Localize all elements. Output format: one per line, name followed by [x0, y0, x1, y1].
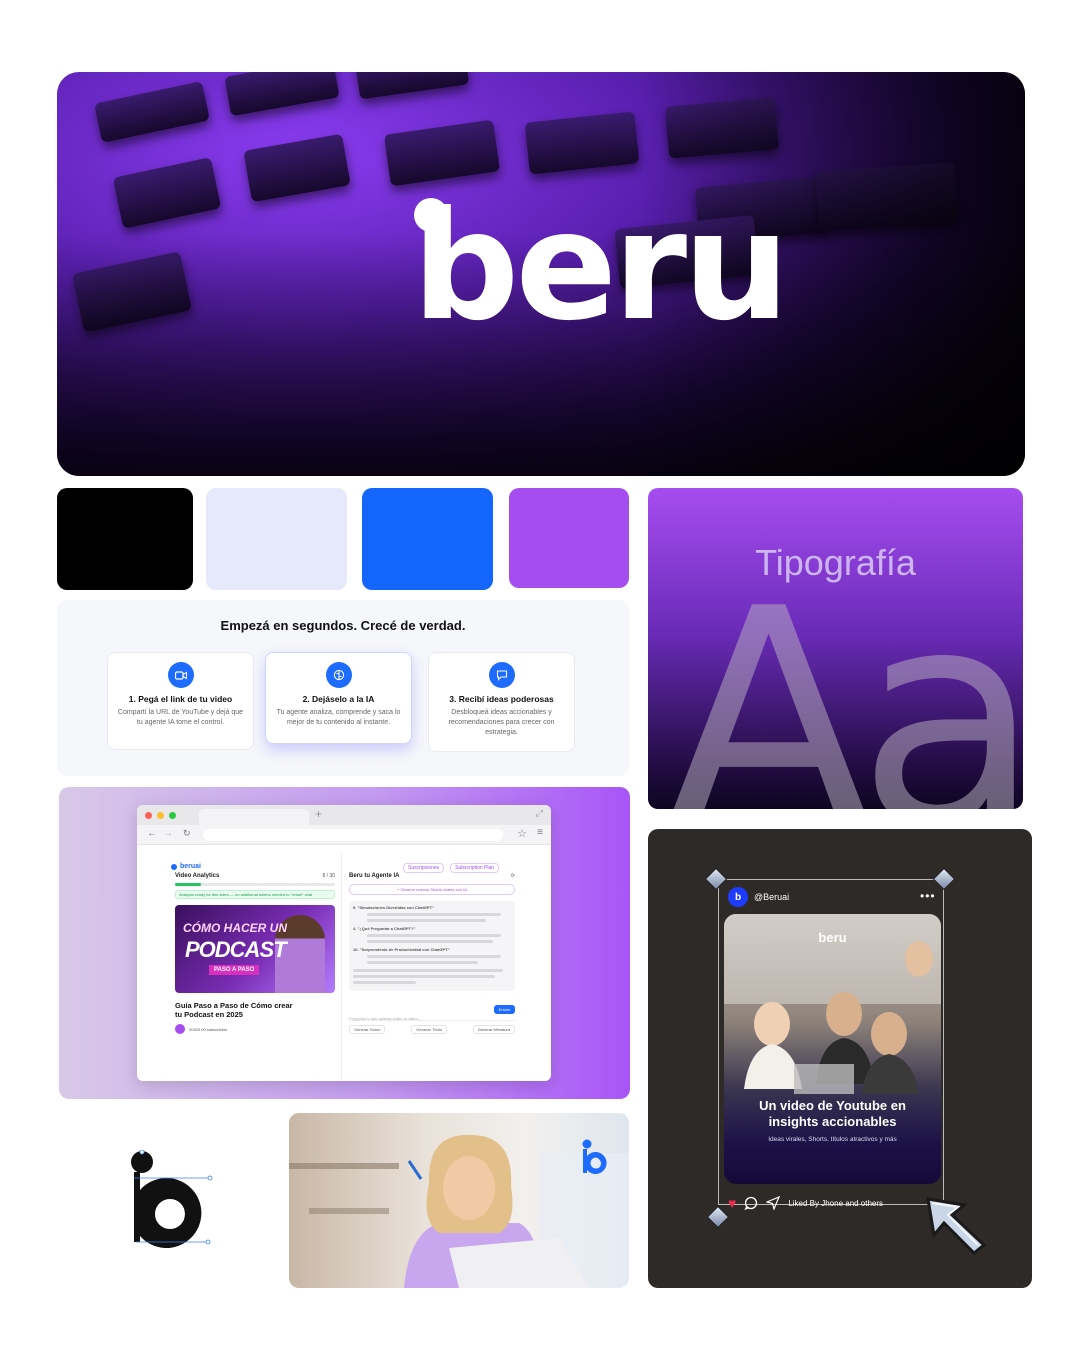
post-header: b @Beruai: [728, 887, 789, 907]
chat-response: 9. "Simulaciones Divertidas con ChatGPT"…: [349, 901, 515, 991]
generate-script-button[interactable]: Generar Guión: [349, 1025, 386, 1034]
step-title: 3. Recibí ideas poderosas: [449, 694, 554, 704]
subscriber-count: 20400 00 subscribers: [189, 1026, 228, 1032]
brain-icon: [325, 662, 352, 688]
cursor-3d-icon: [924, 1195, 994, 1262]
thumbnail-line-1: CÓMO HACER UN: [183, 921, 287, 935]
right-column: Beru tu Agente IA ⟳ + Generar nuevos Sho…: [349, 853, 515, 1034]
thumbnail-line-2: PODCAST: [185, 937, 287, 962]
likes-text: Liked By Jhone and others: [788, 1198, 884, 1208]
video-title: Guía Paso a Paso de Cómo crear tu Podcas…: [175, 1001, 293, 1019]
back-icon[interactable]: ←: [147, 828, 157, 839]
beru-b-icon: [581, 1139, 609, 1180]
step-title: 1. Pegá el link de tu video: [128, 694, 233, 704]
post-subtitle: Ideas virales, Shorts, títulos atractivo…: [768, 1136, 897, 1143]
color-swatch-light: [206, 488, 347, 590]
more-options-icon[interactable]: •••: [920, 889, 936, 903]
step-card-1: 1. Pegá el link de tu video Compartí la …: [107, 652, 254, 750]
color-swatch-purple: [509, 488, 629, 588]
typography-sample: Aa: [666, 545, 1023, 810]
chat-input[interactable]: Pregunta lo que quieras sobre tu video..…: [349, 1005, 515, 1021]
social-post-card: b @Beruai ••• beru Un video de Youtube e…: [648, 829, 1032, 1288]
chat-item: 10. "Sorprendente de Productividad con C…: [353, 947, 450, 952]
browser-toolbar: ← → ↻ ☆ ≡: [137, 825, 551, 845]
analytics-counter: 8 / 30: [322, 873, 335, 879]
status-banner: Analysis ready for this video — no addit…: [175, 890, 335, 899]
agent-title: Beru tu Agente IA: [349, 873, 400, 879]
step-desc: Desbloqueá ideas accionables y recomenda…: [448, 709, 555, 736]
progress-track: [175, 883, 335, 886]
logo-construction-mark: [126, 1149, 226, 1250]
comment-icon[interactable]: [744, 1196, 758, 1210]
post-brand: beru: [818, 930, 847, 945]
menu-icon[interactable]: ≡: [537, 827, 543, 838]
chat-input-placeholder: Pregunta lo que quieras sobre tu video..…: [349, 1016, 422, 1021]
browser-window: + ⤢ ← → ↻ ☆ ≡ beruai Suscripciones Subsc…: [137, 805, 551, 1081]
hero-banner: beru: [57, 72, 1025, 476]
color-swatch-black: [57, 488, 193, 590]
step-desc: Compartí la URL de YouTube y dejá que tu…: [117, 709, 244, 726]
browser-tab[interactable]: [199, 809, 309, 825]
left-column: Video Analytics 8 / 30 Analysis ready fo…: [175, 853, 335, 1034]
refresh-icon[interactable]: ⟳: [511, 873, 515, 879]
reload-icon[interactable]: ↻: [183, 828, 191, 839]
share-icon[interactable]: [766, 1196, 781, 1210]
thumbnail-line-3: PASO A PASO: [209, 965, 260, 975]
post-actions: ♥ Liked By Jhone and others: [728, 1195, 883, 1211]
close-dot[interactable]: [145, 812, 152, 819]
heart-icon[interactable]: ♥: [728, 1195, 736, 1211]
step-card-3: 3. Recibí ideas poderosas Desbloqueá ide…: [428, 652, 575, 752]
step-desc: Tu agente analiza, comprende y saca lo m…: [276, 709, 401, 726]
steps-section: Empezá en segundos. Crecé de verdad. 1. …: [57, 600, 629, 776]
lifestyle-photo: [289, 1113, 629, 1288]
avatar: [175, 1024, 185, 1034]
steps-title: Empezá en segundos. Crecé de verdad.: [220, 618, 466, 633]
corner-handle[interactable]: [706, 1205, 730, 1229]
post-handle[interactable]: @Beruai: [754, 892, 789, 902]
address-bar[interactable]: [203, 829, 503, 841]
analytics-title: Video Analytics: [175, 873, 220, 879]
generate-title-button[interactable]: Generar Título: [411, 1025, 447, 1034]
step-title: 2. Dejáselo a la IA: [302, 694, 375, 704]
typography-card: Tipografía Aa: [648, 488, 1023, 809]
color-swatch-blue: [362, 488, 493, 590]
app-mockup: + ⤢ ← → ↻ ☆ ≡ beruai Suscripciones Subsc…: [59, 787, 630, 1099]
chat-icon: [488, 662, 515, 688]
minimize-dot[interactable]: [157, 812, 164, 819]
expand-icon[interactable]: ⤢: [536, 808, 543, 819]
suggestion-chip[interactable]: + Generar nuevos Shorts virales con IA: [349, 884, 515, 895]
new-tab-icon[interactable]: +: [315, 807, 322, 821]
browser-titlebar: + ⤢: [137, 805, 551, 825]
hero-logo: beru: [412, 180, 790, 354]
post-image[interactable]: beru Un video de Youtube en insights acc…: [724, 914, 941, 1184]
star-icon[interactable]: ☆: [517, 827, 527, 840]
forward-icon[interactable]: →: [163, 828, 173, 839]
send-button[interactable]: Enviar: [493, 1005, 515, 1014]
video-icon: [167, 662, 194, 688]
video-thumbnail[interactable]: CÓMO HACER UN PODCAST PASO A PASO: [175, 905, 335, 993]
chat-item: 9. "Simulaciones Divertidas con ChatGPT": [353, 905, 434, 910]
chat-item: 4. "¿Qué Preguntar a ChatGPT?": [353, 926, 416, 931]
maximize-dot[interactable]: [169, 812, 176, 819]
post-headline: Un video de Youtube en insights accionab…: [759, 1098, 906, 1129]
progress-fill: [175, 883, 201, 886]
profile-avatar[interactable]: b: [728, 887, 748, 907]
generate-thumbnail-button[interactable]: Generar Miniatura: [472, 1025, 515, 1034]
step-card-2: 2. Dejáselo a la IA Tu agente analiza, c…: [265, 652, 412, 744]
